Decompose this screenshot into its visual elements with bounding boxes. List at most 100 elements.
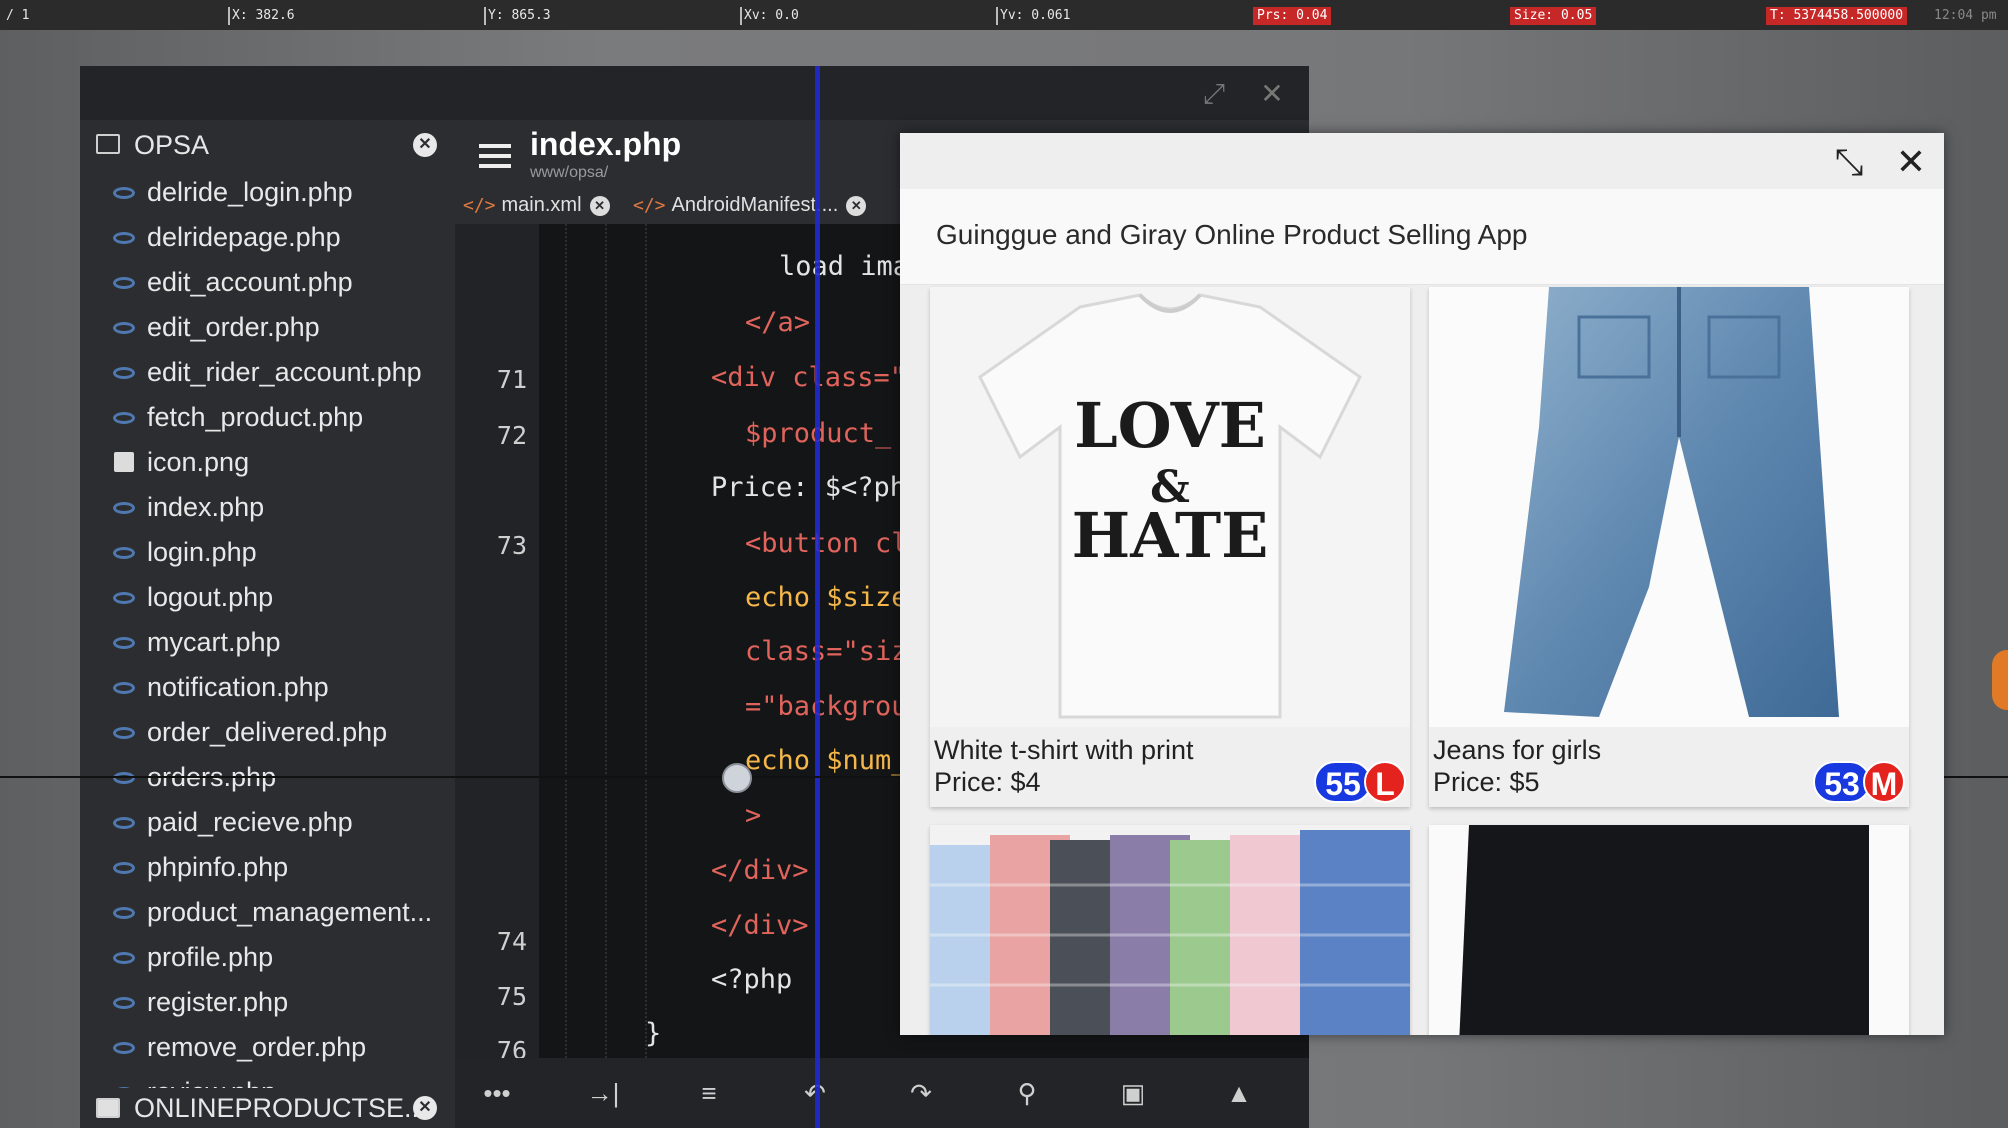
file-item[interactable]: phpinfo.php xyxy=(80,845,455,889)
file-name: login.php xyxy=(147,537,257,567)
close-tab-icon[interactable]: ✕ xyxy=(846,195,867,216)
code-line[interactable]: </div> xyxy=(711,910,809,941)
code-line[interactable]: <?php xyxy=(711,964,792,995)
pointer-size: Size: 0.05 xyxy=(1510,7,1597,25)
code-line[interactable]: } xyxy=(645,1018,661,1049)
search-icon[interactable]: ⚲ xyxy=(1007,1078,1047,1108)
file-item[interactable]: product_management... xyxy=(80,890,455,934)
product-card[interactable]: LOVE & HATE White t-shirt with print Pri… xyxy=(930,287,1410,807)
project-footer[interactable]: ONLINEPRODUCTSE... ✕ xyxy=(80,1088,455,1128)
code-line[interactable]: <div class=" xyxy=(711,362,906,393)
code-line[interactable]: echo $size xyxy=(745,582,908,613)
code-line[interactable]: Price: $<?ph xyxy=(711,472,906,503)
code-line[interactable]: </a> xyxy=(745,307,810,338)
product-card[interactable]: Jeans for girls Price: $5 53 M xyxy=(1429,287,1909,807)
tab-android-manifest[interactable]: </> AndroidManifest.... ✕ xyxy=(633,190,867,220)
product-grid: LOVE & HATE White t-shirt with print Pri… xyxy=(900,285,1944,1035)
code-line[interactable]: load ima xyxy=(779,251,909,282)
code-icon: </> xyxy=(633,195,666,216)
clock: 12:04 pm xyxy=(1934,8,1997,23)
folder-icon xyxy=(96,1098,120,1118)
product-name: Jeans for girls xyxy=(1433,735,1602,765)
code-line[interactable]: ="backgrou xyxy=(745,691,908,722)
file-list: delride_login.php delridepage.php edit_acc… xyxy=(80,170,455,1088)
image-file-icon xyxy=(114,452,134,472)
file-name: review.php xyxy=(147,1077,276,1088)
pointer-y: Y: 865.3 xyxy=(484,7,551,25)
current-file-name: index.php xyxy=(530,126,682,162)
collapse-icon[interactable]: ▲ xyxy=(1219,1078,1259,1108)
file-item[interactable]: notification.php xyxy=(80,665,455,709)
file-name: register.php xyxy=(147,987,289,1017)
file-item[interactable]: fetch_product.php xyxy=(80,395,455,439)
close-project-icon[interactable]: ✕ xyxy=(413,1096,437,1120)
indent-icon[interactable]: →| xyxy=(583,1078,623,1108)
tab-main-xml[interactable]: </> main.xml ✕ xyxy=(463,190,610,220)
php-file-icon xyxy=(113,322,135,334)
line-number: 72 xyxy=(496,421,527,450)
php-file-icon xyxy=(113,502,135,514)
file-item[interactable]: mycart.php xyxy=(80,620,455,664)
file-name: logout.php xyxy=(147,582,274,612)
file-sidebar: OPSA ✕ delride_login.php delridepage.php e… xyxy=(80,120,455,1128)
code-line[interactable]: </div> xyxy=(711,855,809,886)
file-item[interactable]: delridepage.php xyxy=(80,215,455,259)
product-name: White t-shirt with print xyxy=(934,735,1194,765)
close-tab-icon[interactable]: ✕ xyxy=(589,195,610,216)
php-file-icon xyxy=(113,592,135,604)
folder-icon xyxy=(96,134,120,154)
file-item[interactable]: register.php xyxy=(80,980,455,1024)
format-icon[interactable]: ≡ xyxy=(689,1078,729,1108)
menu-icon[interactable] xyxy=(479,144,511,168)
save-icon[interactable]: ▣ xyxy=(1113,1078,1153,1108)
redo-icon[interactable]: ↷ xyxy=(901,1078,941,1108)
file-item[interactable]: edit_order.php xyxy=(80,305,455,349)
file-item[interactable]: profile.php xyxy=(80,935,455,979)
file-item[interactable]: index.php xyxy=(80,485,455,529)
project-header[interactable]: OPSA ✕ xyxy=(80,120,455,170)
indent-guide xyxy=(565,224,567,1058)
file-item[interactable]: review.php xyxy=(80,1070,455,1088)
file-name: delridepage.php xyxy=(147,222,341,252)
file-item[interactable]: logout.php xyxy=(80,575,455,619)
file-name: icon.png xyxy=(147,447,250,477)
touch-point xyxy=(722,763,752,793)
more-icon[interactable]: ••• xyxy=(477,1078,517,1108)
floating-bubble[interactable] xyxy=(1992,650,2008,710)
file-item[interactable]: edit_account.php xyxy=(80,260,455,304)
file-item[interactable]: edit_rider_account.php xyxy=(80,350,455,394)
product-card[interactable] xyxy=(930,825,1410,1035)
resize-icon[interactable]: ⤡ xyxy=(1828,141,1870,183)
product-card[interactable] xyxy=(1429,825,1909,1035)
footer-project-name: ONLINEPRODUCTSE... xyxy=(134,1093,427,1123)
file-item[interactable]: icon.png xyxy=(80,440,455,484)
tshirt-print-line2: HATE xyxy=(1072,499,1269,572)
file-item[interactable]: order_delivered.php xyxy=(80,710,455,754)
code-line[interactable]: <button cl xyxy=(745,528,908,559)
pointer-pressure: Prs: 0.04 xyxy=(1253,7,1332,25)
file-item[interactable]: login.php xyxy=(80,530,455,574)
close-project-icon[interactable]: ✕ xyxy=(413,133,437,157)
php-file-icon xyxy=(113,817,135,829)
close-icon[interactable]: ✕ xyxy=(1890,141,1932,183)
file-name: product_management... xyxy=(147,897,433,927)
file-item[interactable]: remove_order.php xyxy=(80,1025,455,1069)
file-name: phpinfo.php xyxy=(147,852,289,882)
code-line[interactable]: > xyxy=(745,800,761,831)
file-item[interactable]: paid_recieve.php xyxy=(80,800,455,844)
code-line[interactable]: echo $num_ xyxy=(745,745,908,776)
php-file-icon xyxy=(113,772,135,784)
line-number: 71 xyxy=(496,365,527,394)
tab-label: AndroidManifest.... xyxy=(671,194,839,216)
file-name: edit_rider_account.php xyxy=(147,357,422,387)
php-file-icon xyxy=(113,727,135,739)
php-file-icon xyxy=(113,277,135,289)
project-name: OPSA xyxy=(134,130,210,160)
maximize-icon[interactable]: ⤢ xyxy=(1198,78,1230,110)
file-item[interactable]: delride_login.php xyxy=(80,170,455,214)
pointer-xv: Xv: 0.0 xyxy=(740,7,799,25)
code-line[interactable]: class="siz xyxy=(745,636,908,667)
shirts-image xyxy=(930,825,1410,1035)
close-icon[interactable]: ✕ xyxy=(1256,78,1288,110)
current-file-path: www/opsa/ xyxy=(530,164,609,181)
